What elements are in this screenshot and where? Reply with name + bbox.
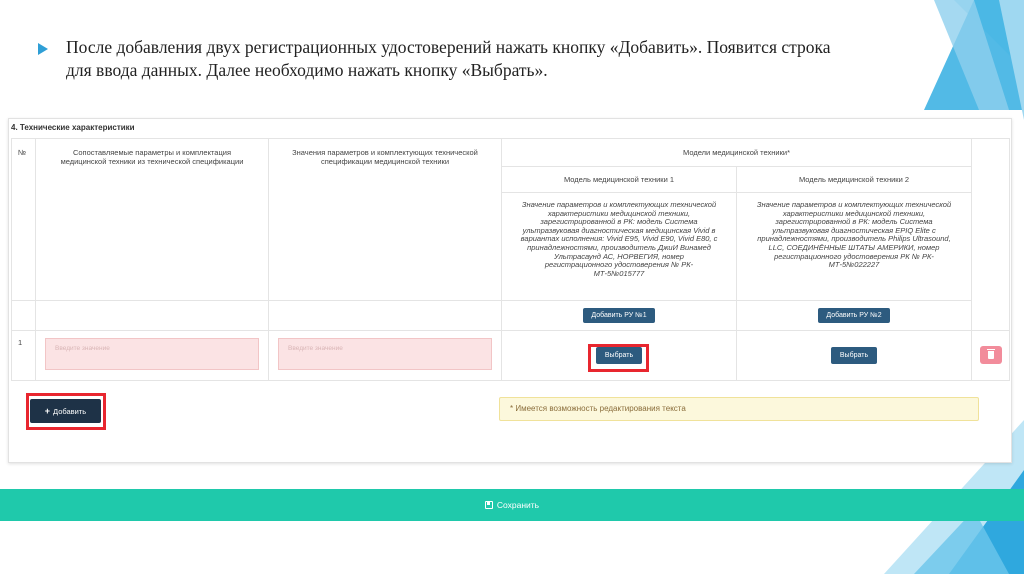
param-cell: Введите значение — [35, 330, 269, 381]
model-2-header: Модель медицинской техники 2 — [736, 166, 972, 193]
add-ru-1-button[interactable]: Добавить РУ №1 — [583, 308, 655, 323]
slide-instruction: После добавления двух регистрационных уд… — [66, 36, 831, 82]
column-header-actions — [971, 138, 1010, 331]
model-2-description: Значение параметров и комплектующих техн… — [736, 192, 972, 301]
add-ru-2-button[interactable]: Добавить РУ №2 — [818, 308, 890, 323]
save-button[interactable]: Сохранить — [0, 489, 1024, 521]
header-empty-cell — [268, 300, 502, 331]
bullet-arrow-icon — [38, 43, 48, 55]
add-row-button[interactable]: + Добавить — [30, 399, 101, 423]
slide-text-line-2: для ввода данных. Далее необходимо нажат… — [66, 60, 548, 80]
param-input[interactable]: Введите значение — [45, 338, 259, 370]
model-1-description: Значение параметров и комплектующих техн… — [501, 192, 737, 301]
table-row: 1 Введите значение Введите значение Выбр… — [11, 330, 1010, 381]
value-cell: Введите значение — [268, 330, 502, 381]
header-empty-cell — [11, 300, 36, 331]
edit-notice: * Имеется возможность редактирования тек… — [499, 397, 979, 421]
model-1-header: Модель медицинской техники 1 — [501, 166, 737, 193]
column-header-number: № — [11, 138, 36, 301]
section-title: 4. Технические характеристики — [11, 123, 135, 132]
delete-row-trash-icon[interactable] — [979, 345, 1002, 364]
column-header-models: Модели медицинской техники* — [501, 138, 972, 167]
column-header-params: Сопоставляемые параметры и комплектация … — [35, 138, 269, 301]
select-model-2-button[interactable]: Выбрать — [830, 347, 878, 364]
model-2-add-cell: Добавить РУ №2 — [736, 300, 972, 331]
slide-header: После добавления двух регистрационных уд… — [38, 36, 918, 82]
header-empty-cell — [35, 300, 269, 331]
value-input[interactable]: Введите значение — [278, 338, 492, 370]
plus-icon: + — [44, 406, 51, 416]
save-label: Сохранить — [496, 500, 540, 510]
floppy-disk-icon — [484, 501, 493, 509]
model-2-select-cell: Выбрать — [736, 330, 972, 381]
model-1-add-cell: Добавить РУ №1 — [501, 300, 737, 331]
column-header-values: Значения параметров и комплектующих техн… — [268, 138, 502, 301]
characteristics-table: № Сопоставляемые параметры и комплектаци… — [11, 138, 1010, 381]
slide-text-line-1: После добавления двух регистрационных уд… — [66, 37, 831, 57]
row-actions-cell — [971, 330, 1010, 381]
highlight-select-frame — [588, 344, 649, 372]
row-number: 1 — [11, 330, 36, 381]
add-row-label: Добавить — [53, 406, 87, 416]
